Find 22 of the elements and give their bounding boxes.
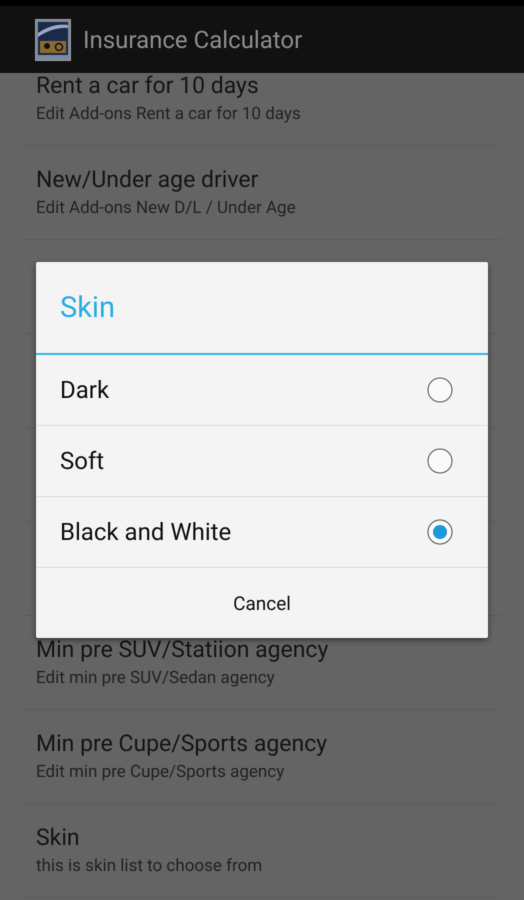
- app-title: Insurance Calculator: [83, 26, 302, 54]
- skin-option[interactable]: Black and White: [36, 497, 488, 568]
- settings-item[interactable]: Skin this is skin list to choose from: [24, 804, 500, 898]
- dialog-title: Skin: [36, 262, 488, 355]
- setting-title: Skin: [36, 822, 81, 852]
- setting-title: Min pre Cupe/Sports agency: [36, 728, 328, 758]
- app-logo-icon: [35, 18, 71, 60]
- settings-item[interactable]: New/Under age driver Edit Add-ons New D/L / Under Age: [24, 146, 500, 240]
- skin-option[interactable]: Soft: [36, 426, 488, 497]
- radio-button[interactable]: [426, 518, 454, 546]
- radio-button[interactable]: [426, 376, 454, 404]
- settings-item[interactable]: Min pre Cupe/Sports agency Edit min pre Cupe/Sports agency: [24, 710, 500, 804]
- setting-title: New/Under age driver: [36, 164, 260, 194]
- setting-summary: this is skin list to choose from: [36, 854, 264, 878]
- skin-option[interactable]: Dark: [36, 355, 488, 426]
- settings-item[interactable]: Rent a car for 10 days Edit Add-ons Rent a car for 10 days: [24, 73, 500, 146]
- radio-button[interactable]: [426, 447, 454, 475]
- setting-title: Rent a car for 10 days: [36, 73, 260, 100]
- setting-summary: Edit min pre SUV/Sedan agency: [36, 666, 276, 690]
- setting-summary: Edit Add-ons New D/L / Under Age: [36, 196, 297, 220]
- setting-summary: Edit Add-ons Rent a car for 10 days: [36, 102, 302, 126]
- setting-summary: Edit min pre Cupe/Sports agency: [36, 760, 286, 784]
